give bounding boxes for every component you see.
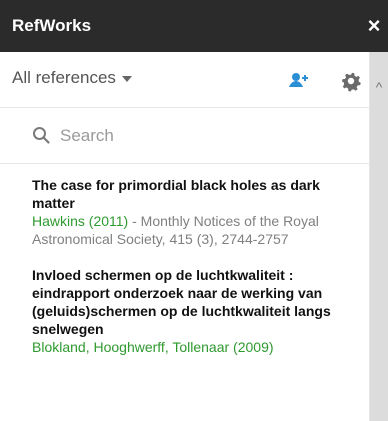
scrollbar[interactable]: [370, 52, 388, 421]
close-button[interactable]: ×: [360, 12, 388, 40]
search-icon: [33, 127, 50, 144]
reference-authors[interactable]: Hawkins (2011): [32, 213, 128, 229]
toolbar: All references: [0, 52, 370, 108]
reference-title[interactable]: The case for primordial black holes as d…: [32, 176, 352, 212]
references-dropdown[interactable]: All references: [12, 68, 132, 88]
search-bar: [0, 108, 370, 164]
reference-meta: Hawkins (2011) - Monthly Notices of the …: [32, 212, 352, 248]
gear-icon[interactable]: [338, 68, 364, 94]
dropdown-label: All references: [12, 68, 116, 87]
refworks-panel: RefWorks × All references ^ Search The c…: [0, 0, 388, 421]
reference-meta: Blokland, Hooghwerff, Tollenaar (2009): [32, 338, 352, 356]
reference-title[interactable]: Invloed schermen op de luchtkwaliteit : …: [32, 266, 352, 338]
reference-authors[interactable]: Blokland, Hooghwerff, Tollenaar (2009): [32, 339, 274, 355]
reference-list: The case for primordial black holes as d…: [32, 176, 352, 374]
list-item[interactable]: The case for primordial black holes as d…: [32, 176, 352, 248]
list-item[interactable]: Invloed schermen op de luchtkwaliteit : …: [32, 266, 352, 356]
chevron-down-icon: [121, 76, 132, 82]
add-user-icon[interactable]: [286, 68, 312, 94]
app-title: RefWorks: [12, 16, 92, 35]
title-bar: RefWorks ×: [0, 0, 388, 52]
chevron-up-icon[interactable]: ^: [372, 80, 386, 94]
search-input[interactable]: [58, 120, 342, 152]
